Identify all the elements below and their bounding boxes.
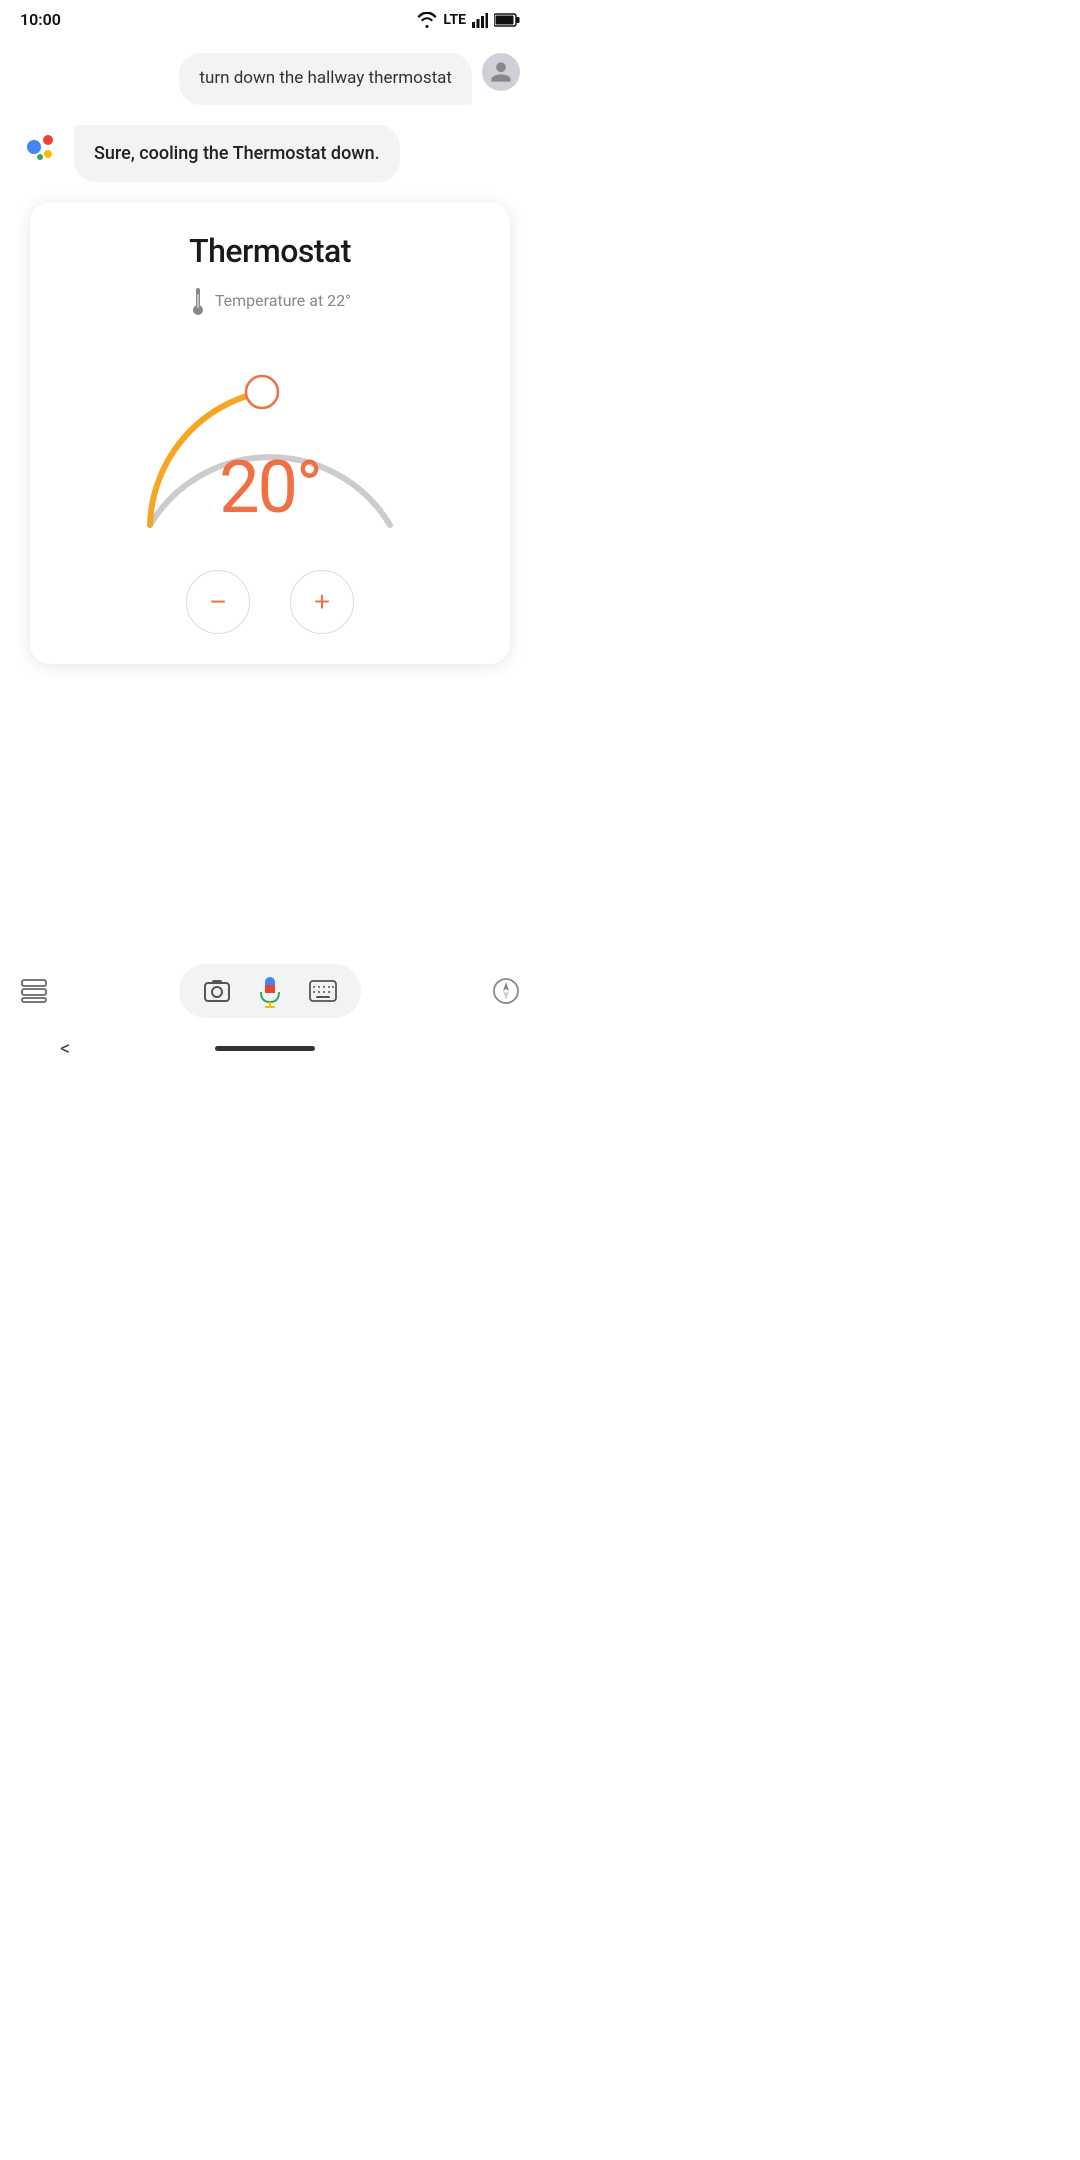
gauge-container: 20° [110,340,430,540]
battery-icon [494,13,520,27]
camera-search-icon[interactable] [203,977,231,1005]
bottom-toolbar [0,952,540,1026]
status-icons: LTE [417,12,520,28]
google-assistant-icon [20,125,64,169]
nav-bar: < [0,1026,540,1080]
home-indicator[interactable] [215,1046,315,1051]
assistant-bubble: Sure, cooling the Thermostat down. [74,125,400,182]
status-bar: 10:00 LTE [0,0,540,37]
bottom-spacer [0,816,540,952]
status-time: 10:00 [20,10,61,29]
thermostat-card: Thermostat Temperature at 22° 20° [30,202,510,664]
chat-area: turn down the hallway thermostat Sure, c… [0,37,540,816]
thermostat-title: Thermostat [189,232,351,270]
increase-button[interactable]: + [290,570,354,634]
signal-icon [472,12,488,28]
compass-icon[interactable] [492,977,520,1005]
assistant-row: Sure, cooling the Thermostat down. [20,125,520,182]
user-bubble: turn down the hallway thermostat [179,53,472,105]
user-message-row: turn down the hallway thermostat [20,53,520,105]
temperature-label: Temperature at 22° [215,291,351,310]
temperature-label-row: Temperature at 22° [189,286,351,316]
back-button[interactable]: < [60,1036,70,1060]
wifi-icon [417,12,437,28]
temp-display: 20° [219,445,321,530]
controls-row: − + [186,570,354,634]
lte-label: LTE [443,12,466,28]
assistant-inbox-icon[interactable] [20,977,48,1005]
toolbar-pill [179,964,361,1018]
microphone-icon[interactable] [253,974,287,1008]
keyboard-icon[interactable] [309,977,337,1005]
thermometer-icon [189,286,207,316]
avatar [482,53,520,91]
decrease-button[interactable]: − [186,570,250,634]
